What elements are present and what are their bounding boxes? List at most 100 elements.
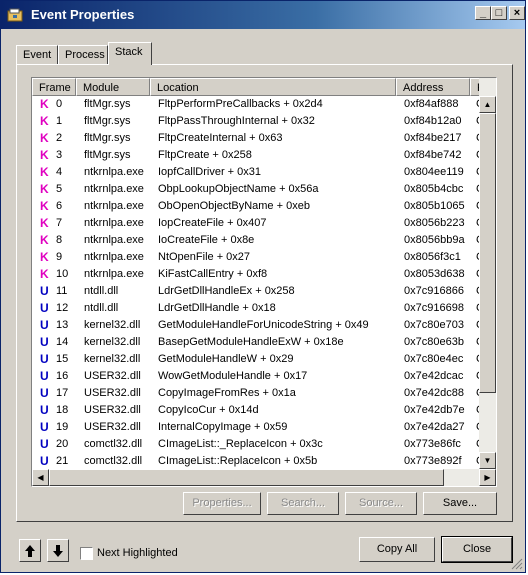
frame-cell: 7 [56,217,63,229]
close-window-button[interactable]: × [509,6,525,20]
scroll-left-button[interactable]: ◀ [32,469,49,486]
table-row[interactable]: U 16 USER32.dll WowGetModuleHandle + 0x17 0x… [32,368,484,385]
table-row[interactable]: K 8 ntkrnlpa.exe IoCreateFile + 0x8e 0x8056b… [32,232,484,249]
frame-cell: 16 [56,370,69,382]
frame-cell: 10 [56,268,69,280]
vertical-scrollbar[interactable]: ▲ ▼ [479,78,496,470]
table-row[interactable]: U 13 kernel32.dll GetModuleHandleForUnicode… [32,317,484,334]
module-cell: ntdll.dll [84,285,119,297]
module-cell: kernel32.dll [84,353,141,365]
table-row[interactable]: K 9 ntkrnlpa.exe NtOpenFile + 0x27 0x8056f3c… [32,249,484,266]
table-row[interactable]: U 17 USER32.dll CopyImageFromRes + 0x1a 0x7e… [32,385,484,402]
module-cell: ntkrnlpa.exe [84,166,144,178]
table-row[interactable]: U 18 USER32.dll CopyIcoCur + 0x14d 0x7e42db7… [32,402,484,419]
address-cell: 0xf84af888 [404,98,459,110]
module-cell: fltMgr.sys [84,98,131,110]
location-cell: IopCreateFile + 0x407 [158,217,267,229]
table-row[interactable]: U 20 comctl32.dll CImageList::_ReplaceIcon … [32,436,484,453]
table-row[interactable]: U 12 ntdll.dll LdrGetDllHandle + 0x18 0x7c91… [32,300,484,317]
tab-process[interactable]: Process [58,45,108,65]
column-header-frame[interactable]: Frame [32,78,76,96]
kernel-frame-icon: K [40,131,49,145]
address-cell: 0xf84b12a0 [404,115,462,127]
kernel-frame-icon: K [40,165,49,179]
location-cell: FltpPassThroughInternal + 0x32 [158,115,315,127]
properties-button[interactable]: Properties... [183,492,261,515]
table-row[interactable]: U 21 comctl32.dll CImageList::ReplaceIcon +… [32,453,484,470]
title-bar[interactable]: Event Properties _ □ × [1,1,525,29]
module-cell: USER32.dll [84,370,141,382]
location-cell: KiFastCallEntry + 0xf8 [158,268,268,280]
table-row[interactable]: K 2 fltMgr.sys FltpCreateInternal + 0x63 0xf… [32,130,484,147]
table-row[interactable]: U 19 USER32.dll InternalCopyImage + 0x59 0x7… [32,419,484,436]
vertical-scroll-thumb[interactable] [479,113,496,393]
previous-event-button[interactable] [19,539,41,562]
tab-event[interactable]: Event [16,45,58,65]
scroll-right-icon: ▶ [484,473,491,482]
table-row[interactable]: K 10 ntkrnlpa.exe KiFastCallEntry + 0xf8 0x8… [32,266,484,283]
stack-list[interactable]: Frame Module Location Address P K0fltMgr… [31,77,497,487]
frame-cell: 15 [56,353,69,365]
column-header-module[interactable]: Module [76,78,150,96]
window-title: Event Properties [31,7,135,22]
frame-cell: 9 [56,251,63,263]
tab-stack[interactable]: Stack [108,42,152,65]
maximize-button[interactable]: □ [491,6,507,20]
module-cell: USER32.dll [84,387,141,399]
module-cell: fltMgr.sys [84,115,131,127]
resize-grip-icon[interactable] [511,558,523,570]
table-row[interactable]: K 4 ntkrnlpa.exe IopfCallDriver + 0x31 0x804… [32,164,484,181]
location-cell: WowGetModuleHandle + 0x17 [158,370,308,382]
horizontal-scroll-thumb[interactable] [49,469,444,486]
next-highlighted-checkbox[interactable] [80,547,93,560]
address-cell: 0x7c916698 [404,302,464,314]
module-cell: ntkrnlpa.exe [84,251,144,263]
location-cell: IopfCallDriver + 0x31 [158,166,262,178]
frame-cell: 8 [56,234,63,246]
table-row[interactable]: K 0 fltMgr.sys FltpPerformPreCallbacks + 0x… [32,96,484,113]
table-row[interactable]: K 3 fltMgr.sys FltpCreate + 0x258 0xf84be742… [32,147,484,164]
address-cell: 0x8056b223 [404,217,465,229]
table-row[interactable]: K 6 ntkrnlpa.exe ObOpenObjectByName + 0xeb 0… [32,198,484,215]
table-row[interactable]: K 5 ntkrnlpa.exe ObpLookupObjectName + 0x56… [32,181,484,198]
table-row[interactable]: U 15 kernel32.dll GetModuleHandleW + 0x29 0x… [32,351,484,368]
module-cell: comctl32.dll [84,438,143,450]
save-button[interactable]: Save... [423,492,497,515]
module-cell: ntkrnlpa.exe [84,234,144,246]
address-cell: 0x7c80e703 [404,319,464,331]
kernel-frame-icon: K [40,199,49,213]
frame-cell: 14 [56,336,69,348]
location-cell: CopyIcoCur + 0x14d [158,404,259,416]
next-event-button[interactable] [47,539,69,562]
next-highlighted-label: Next Highlighted [97,547,178,559]
scroll-down-button[interactable]: ▼ [479,452,496,469]
module-cell: fltMgr.sys [84,132,131,144]
address-cell: 0x8056bb9a [404,234,465,246]
source-button[interactable]: Source... [345,492,417,515]
module-cell: comctl32.dll [84,455,143,467]
column-header-location[interactable]: Location [150,78,396,96]
horizontal-scrollbar[interactable]: ◀ ▶ [32,469,496,486]
scroll-up-button[interactable]: ▲ [479,96,496,113]
address-cell: 0x8053d638 [404,268,465,280]
address-cell: 0x805b4cbc [404,183,464,195]
address-cell: 0x8056f3c1 [404,251,461,263]
location-cell: CImageList::ReplaceIcon + 0x5b [158,455,318,467]
table-row[interactable]: U 11 ntdll.dll LdrGetDllHandleEx + 0x258 0x7… [32,283,484,300]
user-frame-icon: U [40,284,49,298]
address-cell: 0x805b1065 [404,200,465,212]
table-row[interactable]: U 14 kernel32.dll BasepGetModuleHandleExW +… [32,334,484,351]
close-button[interactable]: Close [441,536,513,563]
copy-all-button[interactable]: Copy All [359,537,435,562]
minimize-button[interactable]: _ [475,6,491,20]
table-row[interactable]: K 7 ntkrnlpa.exe IopCreateFile + 0x407 0x805… [32,215,484,232]
column-header-address[interactable]: Address [396,78,470,96]
search-button[interactable]: Search... [267,492,339,515]
address-cell: 0x7e42dc88 [404,387,464,399]
user-frame-icon: U [40,403,49,417]
location-cell: InternalCopyImage + 0x59 [158,421,288,433]
frame-cell: 21 [56,455,69,467]
scroll-right-button[interactable]: ▶ [479,469,496,486]
module-cell: kernel32.dll [84,319,141,331]
table-row[interactable]: K 1 fltMgr.sys FltpPassThroughInternal + 0x… [32,113,484,130]
